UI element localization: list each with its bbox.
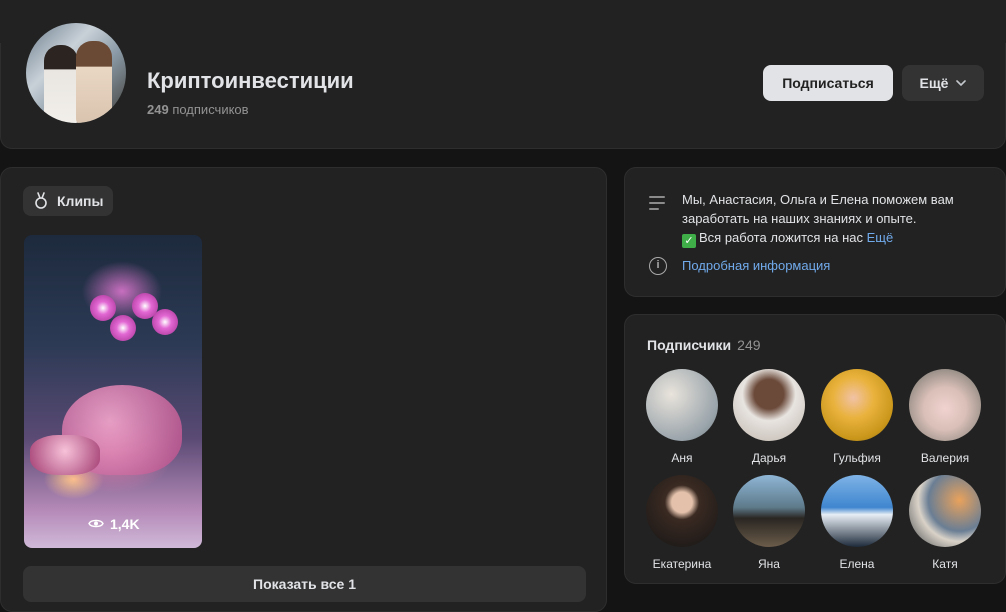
about-section: Мы, Анастасия, Ольга и Елена поможем вам… [624, 167, 1006, 297]
subscribe-button[interactable]: Подписаться [763, 65, 893, 101]
clip-image-flower [152, 309, 178, 335]
subscriber-name: Яна [758, 557, 780, 571]
subscribers-title: Подписчики [647, 337, 732, 353]
description-icon [649, 196, 665, 210]
eye-icon [88, 516, 104, 532]
clips-section: Клипы 1,4K Показать все 1 [0, 167, 607, 612]
subscriber-item[interactable]: Валерия [901, 369, 989, 465]
clip-image-flower [90, 295, 116, 321]
subscriber-avatar [909, 475, 981, 547]
about-description: Мы, Анастасия, Ольга и Елена поможем вам… [682, 190, 992, 248]
about-text-line1: Мы, Анастасия, Ольга и Елена поможем вам… [682, 192, 954, 226]
group-avatar[interactable] [23, 20, 129, 126]
subscriber-item[interactable]: Екатерина [638, 475, 726, 571]
about-more-link[interactable]: Ещё [867, 230, 894, 245]
subscriber-item[interactable]: Елена [813, 475, 901, 571]
group-subscribers[interactable]: 249 подписчиков [147, 102, 249, 117]
clips-icon [33, 191, 49, 212]
show-all-clips-button[interactable]: Показать все 1 [23, 566, 586, 602]
clip-views: 1,4K [88, 516, 140, 532]
subscriber-avatar [821, 475, 893, 547]
clip-image-flower [110, 315, 136, 341]
clip-image-candle [30, 435, 100, 475]
check-mark-icon: ✓ [682, 234, 696, 248]
subscriber-name: Аня [671, 451, 693, 465]
subscriber-avatar [646, 369, 718, 441]
subscriber-avatar [821, 369, 893, 441]
subscriber-name: Гульфия [833, 451, 881, 465]
subscriber-avatar [733, 369, 805, 441]
group-subscribers-word: подписчиков [172, 102, 249, 117]
subscriber-name: Катя [932, 557, 958, 571]
chevron-down-icon [956, 78, 967, 89]
subscriber-item[interactable]: Дарья [725, 369, 813, 465]
subscriber-avatar [909, 369, 981, 441]
group-subscribers-count: 249 [147, 102, 169, 117]
clip-thumbnail[interactable]: 1,4K [24, 235, 202, 548]
subscribers-count: 249 [737, 337, 761, 353]
subscriber-name: Дарья [751, 451, 787, 465]
subscribers-header[interactable]: Подписчики 249 [647, 337, 761, 353]
more-button-label: Ещё [919, 75, 949, 91]
subscriber-name: Елена [839, 557, 875, 571]
details-link[interactable]: Подробная информация [682, 258, 830, 273]
more-button[interactable]: Ещё [902, 65, 984, 101]
tab-clips-label: Клипы [57, 193, 104, 209]
about-text-line2: Вся работа ложится на нас [699, 230, 863, 245]
top-strip [0, 0, 1006, 44]
group-header: Криптоинвестиции 249 подписчиков Подписа… [0, 20, 1006, 149]
tab-clips[interactable]: Клипы [23, 186, 114, 216]
clip-views-count: 1,4K [110, 516, 140, 532]
avatar-person [44, 45, 78, 123]
subscribers-section: Подписчики 249 Аня Дарья Гульфия Валерия … [624, 314, 1006, 584]
subscriber-item[interactable]: Катя [901, 475, 989, 571]
subscriber-item[interactable]: Аня [638, 369, 726, 465]
subscriber-avatar [646, 475, 718, 547]
subscriber-item[interactable]: Гульфия [813, 369, 901, 465]
subscriber-name: Валерия [920, 451, 970, 465]
subscriber-name: Екатерина [652, 557, 712, 571]
subscriber-item[interactable]: Яна [725, 475, 813, 571]
info-icon: i [649, 257, 667, 275]
subscriber-avatar [733, 475, 805, 547]
avatar-person [76, 41, 112, 123]
group-title: Криптоинвестиции [147, 68, 354, 93]
